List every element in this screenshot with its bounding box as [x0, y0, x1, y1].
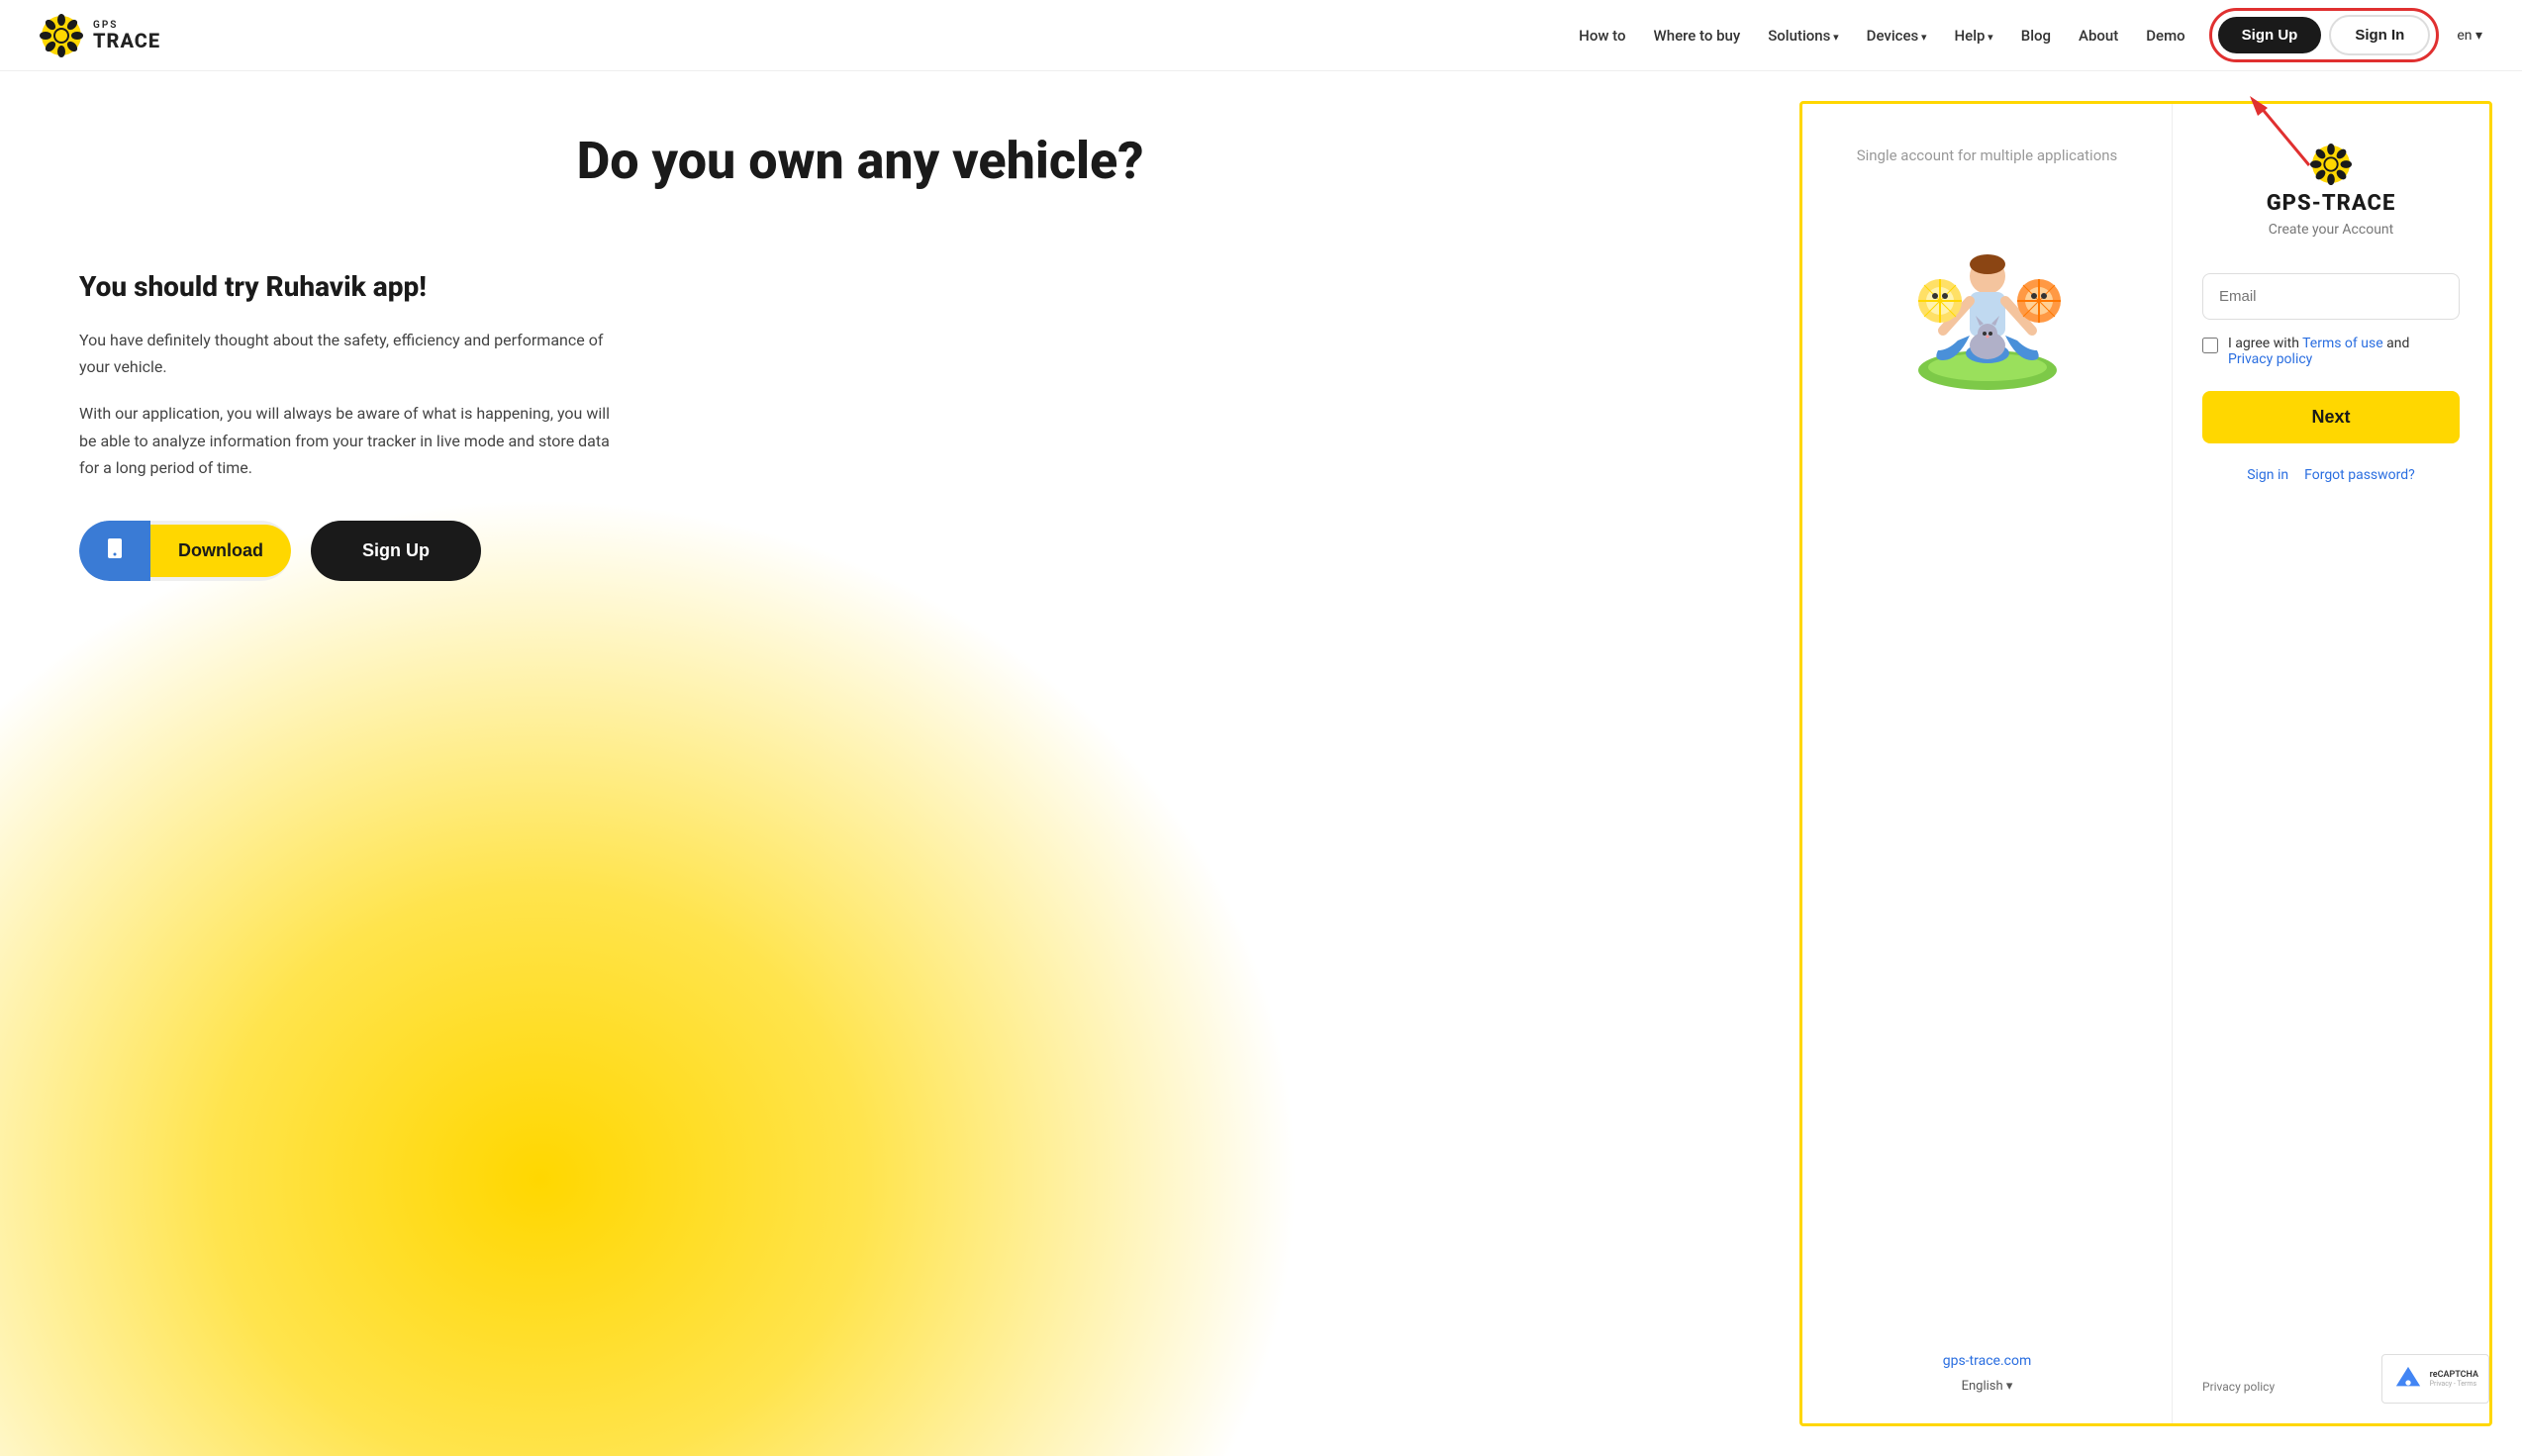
signup-button[interactable]: Sign Up	[2218, 17, 2322, 53]
nav-link-wheretobuy[interactable]: Where to buy	[1654, 27, 1741, 45]
terms-row: I agree with Terms of use and Privacy po…	[2202, 336, 2460, 367]
nav-link-demo[interactable]: Demo	[2146, 27, 2184, 45]
download-blue-part	[79, 521, 150, 581]
illustration-svg	[1889, 197, 2086, 395]
nav-item-wheretobuy[interactable]: Where to buy	[1654, 26, 1741, 45]
hero-buttons: Download Sign Up	[79, 521, 624, 581]
terms-of-use-link[interactable]: Terms of use	[2302, 336, 2383, 351]
footer-privacy-link[interactable]: Privacy policy	[2202, 1380, 2275, 1394]
hero-tagline: You should try Ruhavik app!	[79, 270, 624, 303]
forgot-password-link[interactable]: Forgot password?	[2304, 467, 2415, 483]
form-bottom-links: Sign in Forgot password?	[2247, 467, 2415, 483]
logo-icon	[40, 14, 83, 57]
nav-link-about[interactable]: About	[2079, 27, 2118, 45]
hero-body: You should try Ruhavik app! You have def…	[79, 270, 624, 581]
terms-text: I agree with Terms of use and Privacy po…	[2228, 336, 2409, 367]
signin-link[interactable]: Sign in	[2247, 467, 2288, 483]
logo[interactable]: GPS TRACE	[40, 14, 160, 57]
panel-tagline: Single account for multiple applications	[1857, 144, 2118, 167]
logo-text: GPS TRACE	[93, 21, 160, 50]
phone-icon	[103, 536, 127, 560]
illustration	[1889, 197, 2086, 395]
logo-trace: TRACE	[93, 31, 160, 50]
navbar: GPS TRACE How to Where to buy Solutions …	[0, 0, 2522, 71]
lang-dropdown[interactable]: English ▾	[1962, 1379, 2013, 1394]
hero-section: Do you own any vehicle? You should try R…	[0, 71, 1799, 1456]
gps-trace-link[interactable]: gps-trace.com	[1943, 1353, 2032, 1369]
nav-link-solutions[interactable]: Solutions	[1768, 27, 1838, 45]
privacy-policy-link[interactable]: Privacy policy	[2228, 351, 2312, 367]
next-button[interactable]: Next	[2202, 391, 2460, 443]
lang-selector[interactable]: en ▾	[2457, 28, 2482, 44]
brand-logo-panel: GPS-TRACE Create your Account	[2267, 144, 2396, 238]
nav-item-howto[interactable]: How to	[1579, 26, 1625, 45]
panel-left: Single account for multiple applications	[1802, 104, 2173, 1423]
recaptcha-badge: reCAPTCHA Privacy - Terms	[2381, 1354, 2489, 1404]
hero-desc1: You have definitely thought about the sa…	[79, 327, 624, 380]
panel-right: GPS-TRACE Create your Account I agree wi…	[2173, 104, 2489, 1423]
brand-subtitle: Create your Account	[2269, 222, 2394, 238]
nav-item-solutions[interactable]: Solutions	[1768, 26, 1838, 45]
nav-link-help[interactable]: Help	[1955, 27, 1993, 45]
nav-link-devices[interactable]: Devices	[1867, 27, 1927, 45]
download-label: Download	[150, 525, 291, 577]
hero-desc2: With our application, you will always be…	[79, 400, 624, 481]
nav-links: How to Where to buy Solutions Devices He…	[1579, 26, 2185, 45]
nav-highlight-box: Sign Up Sign In	[2209, 8, 2440, 62]
nav-actions: Sign Up Sign In en ▾	[2209, 8, 2482, 62]
signin-button[interactable]: Sign In	[2329, 15, 2430, 55]
page-title: Do you own any vehicle?	[0, 131, 1720, 191]
recaptcha-text: reCAPTCHA Privacy - Terms	[2430, 1370, 2478, 1388]
nav-link-blog[interactable]: Blog	[2021, 27, 2051, 45]
nav-item-help[interactable]: Help	[1955, 26, 1993, 45]
download-button[interactable]: Download	[79, 521, 291, 581]
main-content: Do you own any vehicle? You should try R…	[0, 71, 2522, 1456]
email-input[interactable]	[2202, 273, 2460, 320]
terms-checkbox[interactable]	[2202, 338, 2218, 353]
signup-panel: Single account for multiple applications	[1799, 101, 2492, 1426]
nav-item-blog[interactable]: Blog	[2021, 26, 2051, 45]
nav-item-devices[interactable]: Devices	[1867, 26, 1927, 45]
nav-item-demo[interactable]: Demo	[2146, 26, 2184, 45]
brand-icon	[2310, 144, 2352, 185]
brand-name: GPS-TRACE	[2267, 191, 2396, 216]
recaptcha-icon	[2392, 1363, 2424, 1395]
nav-link-howto[interactable]: How to	[1579, 27, 1625, 45]
nav-item-about[interactable]: About	[2079, 26, 2118, 45]
hero-signup-button[interactable]: Sign Up	[311, 521, 481, 581]
